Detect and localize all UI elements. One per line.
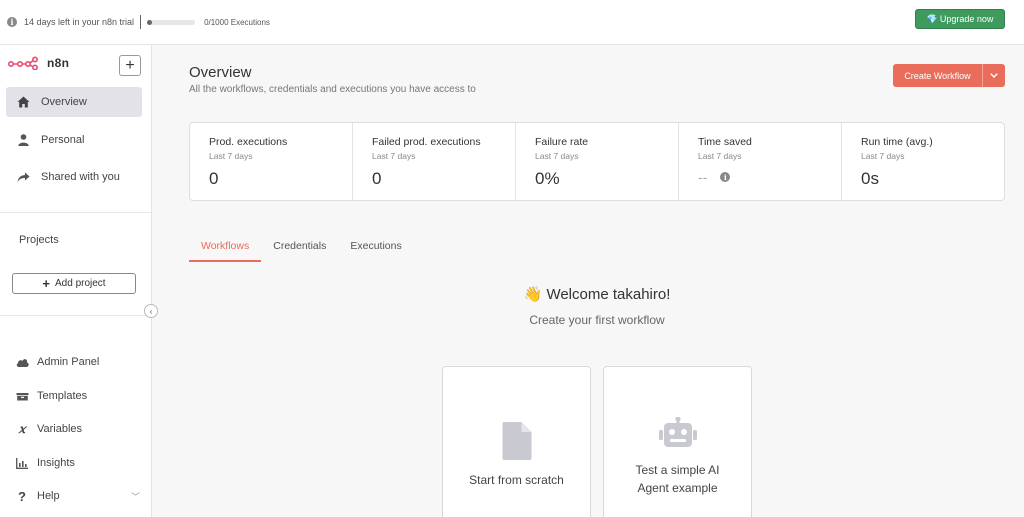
sidebar-item-label: Insights [37, 457, 75, 469]
sidebar-item-label: Admin Panel [37, 356, 100, 368]
share-icon [16, 170, 30, 184]
sidebar-item-label: Shared with you [41, 171, 120, 183]
stat-title: Failed prod. executions [372, 136, 481, 148]
add-project-label: Add project [55, 278, 106, 289]
stat-title: Time saved [698, 136, 752, 148]
main-content: Overview All the workflows, credentials … [152, 45, 1024, 517]
stat-failed-executions[interactable]: Failed prod. executions Last 7 days 0 [353, 123, 516, 200]
sidebar-item-personal[interactable]: Personal [6, 125, 142, 155]
add-project-button[interactable]: + Add project [12, 273, 136, 294]
stat-title: Failure rate [535, 136, 589, 148]
sidebar-item-insights[interactable]: Insights [15, 453, 140, 473]
welcome-heading: 👋 Welcome takahiro! [523, 286, 671, 303]
collapse-sidebar-button[interactable]: ‹ [144, 304, 158, 318]
trial-info: i 14 days left in your n8n trial 0/1000 … [7, 15, 270, 29]
stat-run-time[interactable]: Run time (avg.) Last 7 days 0s [842, 123, 1004, 200]
stat-period: Last 7 days [861, 151, 905, 161]
start-from-scratch-card[interactable]: Start from scratch [442, 366, 591, 517]
page-subtitle: All the workflows, credentials and execu… [189, 84, 476, 95]
cloud-icon [15, 355, 29, 369]
stat-title: Run time (avg.) [861, 136, 933, 148]
chevron-down-icon: ﹀ [130, 492, 140, 502]
ai-agent-example-card[interactable]: Test a simple AI Agent example [603, 366, 752, 517]
n8n-logo-icon [8, 56, 38, 70]
stat-period: Last 7 days [372, 151, 416, 161]
file-icon [502, 422, 531, 465]
chart-icon [15, 456, 29, 470]
sidebar-item-label: Help [37, 490, 60, 502]
sidebar-item-shared[interactable]: Shared with you [6, 162, 142, 192]
stat-value: 0s [861, 169, 879, 188]
stat-title: Prod. executions [209, 136, 288, 148]
plus-icon: + [42, 276, 50, 291]
page-title: Overview [189, 64, 252, 81]
sidebar-item-label: Personal [41, 134, 85, 146]
banner-divider [140, 15, 142, 29]
stat-period: Last 7 days [535, 151, 579, 161]
robot-icon [658, 416, 697, 452]
user-icon [16, 133, 30, 147]
trial-text: 14 days left in your n8n trial [24, 17, 135, 27]
upgrade-label: Upgrade now [939, 14, 994, 24]
create-workflow-button[interactable]: Create Workflow [893, 64, 1005, 87]
card-label-line: Agent example [637, 481, 718, 495]
card-label: Test a simple AI Agent example [604, 461, 751, 497]
question-icon: ? [18, 488, 26, 504]
info-icon[interactable]: i [720, 172, 731, 182]
executions-count: 0/1000 Executions [204, 17, 270, 27]
welcome-subtitle: Create your first workflow [529, 313, 665, 327]
sidebar-item-templates[interactable]: Templates [15, 386, 140, 406]
stat-prod-executions[interactable]: Prod. executions Last 7 days 0 [190, 123, 353, 200]
stat-value: 0 [209, 169, 219, 188]
variable-icon: 𝑥 [18, 422, 26, 436]
upgrade-now-button[interactable]: 💎 Upgrade now [915, 9, 1005, 29]
home-icon [16, 95, 30, 109]
stat-value: 0% [535, 169, 560, 188]
n8n-logo[interactable]: n8n [8, 56, 69, 70]
stat-value-row: -- i [698, 169, 841, 185]
card-label: Start from scratch [469, 473, 564, 487]
trial-banner: i 14 days left in your n8n trial 0/1000 … [0, 0, 1024, 45]
tab-executions[interactable]: Executions [338, 240, 413, 262]
card-label-line: Test a simple AI [635, 463, 720, 477]
projects-heading: Projects [19, 234, 59, 246]
sidebar-item-help[interactable]: ? Help ﹀ [15, 486, 140, 506]
stat-failure-rate[interactable]: Failure rate Last 7 days 0% [516, 123, 679, 200]
logo-text: n8n [47, 56, 70, 70]
chevron-down-icon[interactable] [983, 64, 1005, 87]
create-workflow-label[interactable]: Create Workflow [893, 64, 983, 87]
tab-workflows[interactable]: Workflows [189, 240, 262, 262]
sidebar-item-label: Templates [37, 390, 88, 402]
sidebar-item-label: Variables [37, 423, 83, 435]
create-new-button[interactable]: + [119, 55, 141, 76]
sidebar: n8n + Overview Personal Shared with you … [0, 45, 152, 517]
stat-value: 0 [372, 169, 382, 188]
sidebar-item-label: Overview [41, 96, 87, 108]
sidebar-divider [0, 315, 151, 316]
box-icon [15, 389, 29, 403]
insights-summary: Prod. executions Last 7 days 0 Failed pr… [189, 122, 1005, 201]
plus-icon: + [125, 56, 135, 74]
stat-period: Last 7 days [698, 151, 742, 161]
tab-credentials[interactable]: Credentials [261, 240, 338, 262]
gem-icon: 💎 [926, 13, 938, 24]
stat-period: Last 7 days [209, 151, 253, 161]
sidebar-item-overview[interactable]: Overview [6, 87, 142, 117]
sidebar-divider [0, 212, 151, 213]
overview-tabs: Workflows Credentials Executions [189, 240, 414, 262]
sidebar-item-admin-panel[interactable]: Admin Panel [15, 352, 140, 372]
sidebar-item-variables[interactable]: 𝑥 Variables [15, 419, 140, 439]
stat-value: -- [698, 169, 708, 185]
chevron-left-icon: ‹ [149, 306, 153, 316]
stat-time-saved[interactable]: Time saved Last 7 days -- i [679, 123, 842, 200]
executions-progress-bar [147, 19, 196, 25]
info-icon: i [7, 17, 17, 27]
